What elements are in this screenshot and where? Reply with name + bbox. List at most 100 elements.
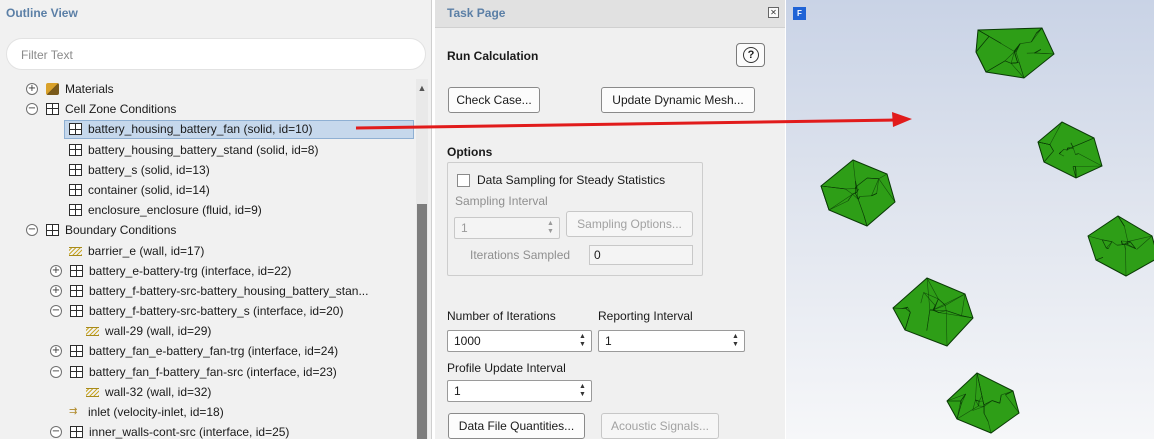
sampling-options-button[interactable]: Sampling Options... xyxy=(566,211,693,237)
outline-tree: + Materials − Cell Zone Conditions battery_h… xyxy=(0,79,416,439)
spinner-arrows-icon[interactable]: ▲ ▼ xyxy=(578,383,587,399)
acoustic-signals-button[interactable]: Acoustic Signals... xyxy=(601,413,719,439)
scroll-up-arrow-icon[interactable]: ▲ xyxy=(416,80,428,96)
tree-row-label: battery_e-battery-trg (interface, id=22) xyxy=(89,263,292,278)
collapse-icon[interactable]: − xyxy=(26,103,38,116)
check-case-button[interactable]: Check Case... xyxy=(448,87,540,113)
tree-row-label: wall-32 (wall, id=32) xyxy=(105,384,212,399)
zone-grid-icon xyxy=(70,365,83,378)
tree-row[interactable]: barrier_e (wall, id=17) xyxy=(0,241,416,261)
tree-row-label: inlet (velocity-inlet, id=18) xyxy=(88,405,224,419)
tree-row[interactable]: container (solid, id=14) xyxy=(0,180,416,200)
mesh-zone xyxy=(1037,121,1103,179)
filter-placeholder: Filter Text xyxy=(21,48,73,62)
tree-row-label: Cell Zone Conditions xyxy=(65,102,177,117)
mesh-zone xyxy=(946,372,1020,434)
filter-text-input[interactable]: Filter Text xyxy=(6,38,426,70)
wall-boundary-icon xyxy=(86,327,99,337)
tree-row-label: Materials xyxy=(65,82,114,96)
tree-row-label: battery_fan_f-battery_fan-src (interface… xyxy=(89,364,337,379)
options-label: Options xyxy=(447,145,493,159)
tree-row[interactable]: − battery_f-battery-src-battery_s (interf… xyxy=(0,301,416,321)
expand-icon[interactable]: + xyxy=(26,83,38,95)
tree-row-label: wall-29 (wall, id=29) xyxy=(105,324,212,339)
tree-row[interactable]: wall-29 (wall, id=29) xyxy=(0,321,416,341)
sampling-interval-value: 1 xyxy=(461,221,468,235)
reporting-interval-spinner[interactable]: 1 ▲ ▼ xyxy=(598,330,745,352)
zone-grid-icon xyxy=(70,426,83,439)
mesh-zone-outline xyxy=(946,372,1020,434)
update-dynamic-mesh-button[interactable]: Update Dynamic Mesh... xyxy=(601,87,755,113)
tree-row-label: Boundary Conditions xyxy=(65,223,177,238)
tree-row[interactable]: ⇉ inlet (velocity-inlet, id=18) xyxy=(0,402,416,422)
task-page-panel: Task Page ✕ Run Calculation ? Check Case… xyxy=(435,0,785,439)
zone-grid-icon xyxy=(69,183,82,196)
zone-grid-icon xyxy=(46,224,59,237)
tree-row[interactable]: + battery_fan_e-battery_fan-trg (interfac… xyxy=(0,341,416,361)
zone-grid-icon xyxy=(70,305,83,318)
number-of-iterations-value: 1000 xyxy=(454,334,481,348)
tree-row[interactable]: − Boundary Conditions xyxy=(0,220,416,240)
expand-icon[interactable]: + xyxy=(50,284,62,297)
tree-row[interactable]: + battery_f-battery-src-battery_housing_b… xyxy=(0,281,416,301)
tree-row-label: enclosure_enclosure (fluid, id=9) xyxy=(88,203,262,218)
tree-row-label: battery_housing_battery_fan (solid, id=1… xyxy=(88,122,313,137)
iterations-sampled-label: Iterations Sampled xyxy=(470,248,571,262)
data-file-quantities-button[interactable]: Data File Quantities... xyxy=(448,413,585,439)
reporting-interval-label: Reporting Interval xyxy=(598,309,693,323)
iterations-sampled-field: 0 xyxy=(589,245,693,265)
collapse-icon[interactable]: − xyxy=(26,224,38,237)
outline-view-panel: Outline View Filter Text + Materials − Cell… xyxy=(0,0,432,439)
data-sampling-checkbox[interactable] xyxy=(457,174,470,187)
tree-row[interactable]: enclosure_enclosure (fluid, id=9) xyxy=(0,200,416,220)
help-icon: ? xyxy=(743,47,759,63)
task-page-title: Task Page xyxy=(447,6,506,20)
zone-grid-icon xyxy=(69,204,82,217)
tree-row[interactable]: + battery_e-battery-trg (interface, id=22… xyxy=(0,261,416,281)
sampling-interval-label: Sampling Interval xyxy=(455,194,548,208)
run-calculation-title: Run Calculation xyxy=(447,49,539,63)
graphics-viewport[interactable]: F xyxy=(786,0,1154,439)
close-icon[interactable]: ✕ xyxy=(768,7,779,18)
tree-row[interactable]: battery_housing_battery_fan (solid, id=1… xyxy=(0,119,416,140)
tree-row[interactable]: battery_s (solid, id=13) xyxy=(0,160,416,180)
reporting-interval-value: 1 xyxy=(605,334,612,348)
tree-row[interactable]: + Materials xyxy=(0,79,416,99)
tree-row[interactable]: − battery_fan_f-battery_fan-src (interfac… xyxy=(0,362,416,382)
mesh-display xyxy=(820,27,1154,434)
profile-update-interval-spinner[interactable]: 1 ▲ ▼ xyxy=(447,380,592,402)
tree-row-label: battery_housing_battery_stand (solid, id… xyxy=(88,142,319,157)
data-sampling-label: Data Sampling for Steady Statistics xyxy=(477,173,666,187)
tree-row[interactable]: battery_housing_battery_stand (solid, id… xyxy=(0,140,416,160)
mesh-zone xyxy=(975,27,1055,79)
tree-row-label: battery_f-battery-src-battery_housing_ba… xyxy=(89,283,369,298)
zone-grid-icon xyxy=(70,264,83,277)
spinner-arrows-icon[interactable]: ▲ ▼ xyxy=(546,220,555,236)
tree-row-label: battery_f-battery-src-battery_s (interfa… xyxy=(89,304,344,319)
spinner-arrows-icon[interactable]: ▲ ▼ xyxy=(731,333,740,349)
tree-row[interactable]: − inner_walls-cont-src (interface, id=25) xyxy=(0,422,416,439)
tree-row-label: barrier_e (wall, id=17) xyxy=(88,243,205,258)
zone-grid-icon xyxy=(69,163,82,176)
expand-icon[interactable]: + xyxy=(50,264,62,277)
collapse-icon[interactable]: − xyxy=(50,365,62,378)
tree-row[interactable]: wall-32 (wall, id=32) xyxy=(0,382,416,402)
expand-icon[interactable]: + xyxy=(50,345,62,358)
help-button[interactable]: ? xyxy=(736,43,765,67)
mesh-zone-outline xyxy=(1087,215,1154,277)
mesh-zone xyxy=(892,277,974,347)
zone-grid-icon xyxy=(70,284,83,297)
collapse-icon[interactable]: − xyxy=(50,426,62,439)
collapse-icon[interactable]: − xyxy=(50,305,62,318)
number-of-iterations-label: Number of Iterations xyxy=(447,309,556,323)
outline-scrollbar-thumb[interactable] xyxy=(417,204,427,439)
tree-row-label: battery_s (solid, id=13) xyxy=(88,162,210,177)
profile-update-interval-label: Profile Update Interval xyxy=(447,361,566,375)
sampling-interval-spinner[interactable]: 1 ▲ ▼ xyxy=(454,217,560,239)
tree-row[interactable]: − Cell Zone Conditions xyxy=(0,99,416,119)
number-of-iterations-spinner[interactable]: 1000 ▲ ▼ xyxy=(447,330,592,352)
tree-row-label: container (solid, id=14) xyxy=(88,182,210,197)
wall-boundary-icon xyxy=(69,246,82,256)
spinner-arrows-icon[interactable]: ▲ ▼ xyxy=(578,333,587,349)
profile-update-interval-value: 1 xyxy=(454,384,461,398)
